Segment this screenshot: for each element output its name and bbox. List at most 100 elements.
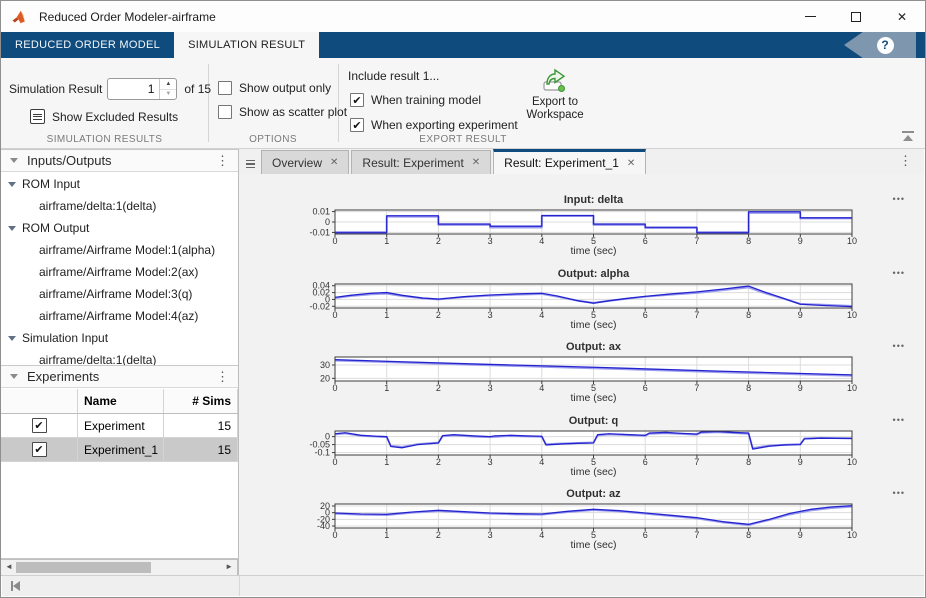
- experiment-sims: 15: [164, 414, 238, 437]
- tree-item-label: airframe/Airframe Model:2(ax): [39, 265, 198, 279]
- doc-tab-result-experiment[interactable]: Result: Experiment✕: [351, 150, 491, 174]
- table-horizontal-scrollbar[interactable]: ◄ ►: [1, 559, 238, 576]
- section-label-simulation-results: SIMULATION RESULTS: [1, 134, 208, 145]
- show-output-only-option[interactable]: Show output only: [218, 81, 331, 95]
- section-label-options: OPTIONS: [208, 134, 338, 145]
- ribbon-tab-reduced-order-model[interactable]: REDUCED ORDER MODEL: [1, 32, 174, 58]
- experiment-name: Experiment_1: [78, 438, 164, 461]
- show-scatter-option[interactable]: Show as scatter plot: [218, 105, 347, 119]
- tree-item[interactable]: airframe/Airframe Model:3(q): [1, 283, 238, 305]
- export-to-workspace-button[interactable]: Export to Workspace: [522, 66, 588, 142]
- chart-options-icon[interactable]: •••: [893, 341, 905, 351]
- tree-item[interactable]: airframe/Airframe Model:4(az): [1, 305, 238, 327]
- svg-text:-40: -40: [317, 521, 330, 531]
- when-training-option[interactable]: ✔ When training model: [350, 93, 481, 107]
- close-button[interactable]: ✕: [879, 1, 925, 32]
- svg-text:0: 0: [325, 217, 330, 227]
- column-name: Name: [78, 389, 164, 413]
- when-exporting-checkbox[interactable]: ✔: [350, 118, 364, 132]
- experiment-row[interactable]: ✔Experiment15: [1, 414, 238, 438]
- collapse-panel-icon[interactable]: [10, 158, 18, 163]
- ribbon-tabs: REDUCED ORDER MODELSIMULATION RESULT: [1, 32, 319, 58]
- tree-item[interactable]: ROM Output: [1, 217, 238, 239]
- chart-output-ax: Output: ax•••0123456789103020time (sec): [297, 341, 919, 411]
- tree-item[interactable]: airframe/Airframe Model:2(ax): [1, 261, 238, 283]
- chart-title: Output: alpha: [335, 268, 852, 282]
- tree-item[interactable]: Simulation Input: [1, 327, 238, 349]
- minimize-button[interactable]: [787, 1, 833, 32]
- document-tab-bar: Overview✕Result: Experiment✕Result: Expe…: [239, 149, 924, 174]
- tree-collapse-icon[interactable]: [8, 336, 16, 341]
- close-tab-icon[interactable]: ✕: [330, 157, 338, 168]
- tree-item-label: ROM Output: [22, 221, 89, 235]
- when-training-checkbox[interactable]: ✔: [350, 93, 364, 107]
- column-sims: # Sims: [164, 389, 238, 413]
- collapse-toolstrip-icon: [902, 131, 914, 133]
- maximize-button[interactable]: [833, 1, 879, 32]
- spinner-value[interactable]: 1: [108, 79, 159, 99]
- chart-xlabel: time (sec): [335, 539, 852, 551]
- svg-text:20: 20: [320, 373, 330, 383]
- maximize-icon: [851, 12, 861, 22]
- show-output-only-checkbox[interactable]: [218, 81, 232, 95]
- simulation-result-spinner: 1 ▲ ▼: [107, 78, 177, 100]
- show-scatter-checkbox[interactable]: [218, 105, 232, 119]
- close-tab-icon[interactable]: ✕: [627, 158, 635, 169]
- collapse-toolstrip-button[interactable]: [900, 131, 916, 143]
- tree-item[interactable]: airframe/delta:1(delta): [1, 195, 238, 217]
- tree-item[interactable]: airframe/delta:1(delta): [1, 349, 238, 365]
- tree-item[interactable]: ROM Input: [1, 173, 238, 195]
- spinner-up-icon[interactable]: ▲: [160, 79, 176, 89]
- svg-text:-0.01: -0.01: [309, 227, 330, 237]
- experiment-checkbox[interactable]: ✔: [32, 442, 47, 457]
- experiments-menu-icon[interactable]: ⋮: [216, 369, 229, 385]
- tree-item[interactable]: airframe/Airframe Model:1(alpha): [1, 239, 238, 261]
- ribbon-tab-simulation-result[interactable]: SIMULATION RESULT: [174, 32, 319, 58]
- section-divider: [208, 64, 209, 142]
- experiment-row[interactable]: ✔Experiment_115: [1, 438, 238, 462]
- matlab-logo-icon: [12, 10, 29, 24]
- collapse-panel-icon[interactable]: [10, 374, 18, 379]
- window-title: Reduced Order Modeler-airframe: [39, 10, 216, 24]
- doc-tab-overview[interactable]: Overview✕: [261, 150, 349, 174]
- document-menu-icon[interactable]: ⋮: [899, 153, 912, 169]
- chart-output-az: Output: az•••012345678910200-20-40time (…: [297, 488, 919, 558]
- simulation-result-label: Simulation Result: [9, 82, 102, 96]
- scroll-left-icon[interactable]: ◄: [5, 562, 13, 571]
- spinner-down-icon[interactable]: ▼: [160, 89, 176, 100]
- plot-area: Input: delta•••0123456789100.010-0.01tim…: [239, 174, 924, 577]
- minimize-icon: [805, 16, 816, 17]
- chart-options-icon[interactable]: •••: [893, 488, 905, 498]
- show-output-only-label: Show output only: [239, 81, 331, 95]
- help-button[interactable]: ?: [844, 32, 916, 58]
- toolstrip: Simulation Result 1 ▲ ▼ of 15 Show Exclu…: [1, 58, 925, 149]
- when-exporting-option[interactable]: ✔ When exporting experiment: [350, 118, 518, 132]
- doc-tab-result-experiment-1[interactable]: Result: Experiment_1✕: [493, 149, 646, 174]
- experiments-table-header: Name # Sims: [1, 389, 238, 414]
- show-excluded-label: Show Excluded Results: [52, 110, 178, 124]
- close-tab-icon[interactable]: ✕: [472, 157, 480, 168]
- tree-collapse-icon[interactable]: [8, 182, 16, 187]
- show-excluded-toggle[interactable]: Show Excluded Results: [30, 109, 178, 124]
- scroll-right-icon[interactable]: ►: [225, 562, 233, 571]
- chart-options-icon[interactable]: •••: [893, 268, 905, 278]
- chart-options-icon[interactable]: •••: [893, 194, 905, 204]
- when-exporting-label: When exporting experiment: [371, 118, 518, 132]
- inputs-outputs-menu-icon[interactable]: ⋮: [216, 153, 229, 169]
- experiments-table: Name # Sims ✔Experiment15✔Experiment_115: [1, 389, 238, 559]
- app-window: Reduced Order Modeler-airframe ✕ REDUCED…: [0, 0, 926, 598]
- collapse-left-panel-button[interactable]: [11, 581, 20, 591]
- inputs-outputs-header[interactable]: Inputs/Outputs ⋮: [1, 149, 238, 172]
- status-divider: [239, 576, 240, 596]
- tree-collapse-icon[interactable]: [8, 226, 16, 231]
- scrollbar-thumb[interactable]: [16, 562, 151, 573]
- chart-xlabel: time (sec): [335, 245, 852, 257]
- chart-options-icon[interactable]: •••: [893, 415, 905, 425]
- ribbon-tab-bar: REDUCED ORDER MODELSIMULATION RESULT ?: [1, 32, 925, 58]
- chart-xlabel: time (sec): [335, 466, 852, 478]
- show-scatter-label: Show as scatter plot: [239, 105, 347, 119]
- experiment-checkbox[interactable]: ✔: [32, 418, 47, 433]
- tab-list-icon[interactable]: [246, 160, 255, 168]
- excluded-results-icon: [30, 109, 45, 124]
- experiments-header[interactable]: Experiments ⋮: [1, 365, 238, 388]
